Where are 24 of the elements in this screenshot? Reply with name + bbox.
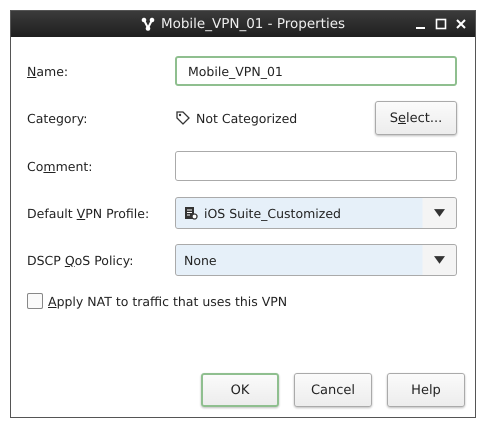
checkbox[interactable] [27,293,43,309]
text-field[interactable]: Mobile_VPN_01 [175,56,457,86]
caret-icon [434,256,445,264]
profile-icon [184,206,198,220]
window-title: Mobile_VPN_01 - Properties [160,16,346,32]
category-value: Not Categorized [196,110,298,126]
dropdown[interactable]: None [175,244,457,276]
dialog-button[interactable]: OK [201,373,279,407]
field-label: DSCP QoS Policy: [27,252,134,268]
dropdown[interactable]: iOS Suite_Customized [175,197,457,229]
dialog-button[interactable]: Cancel [294,373,372,407]
close-icon[interactable] [455,18,467,30]
select-button[interactable]: Select... [375,101,457,135]
branch-icon [140,17,155,31]
caret-icon [434,208,445,218]
field-label: Category: [27,110,88,126]
dialog-button[interactable]: Help [387,373,465,407]
tag-icon [175,110,191,126]
text-field[interactable] [175,151,457,181]
maximize-icon[interactable] [435,18,447,30]
field-label: Name: [27,64,70,78]
field-label: Comment: [27,158,94,174]
nat-checkbox[interactable]: Apply NAT to traffic that uses this VPN [27,293,457,309]
field-label: Default VPN Profile: [27,206,150,220]
